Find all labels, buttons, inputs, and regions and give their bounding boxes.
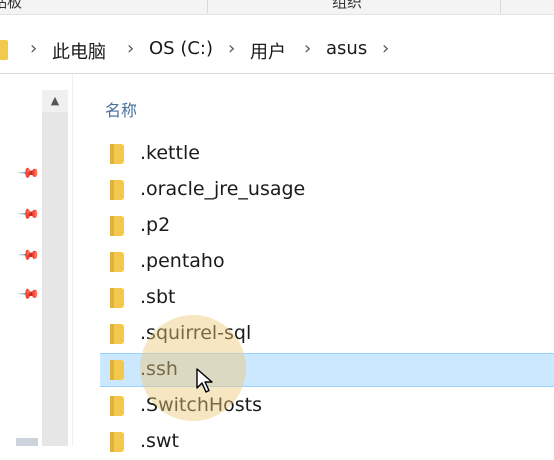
status-stub (16, 438, 38, 446)
ribbon: 贴板 组织 (0, 0, 554, 15)
column-header-name[interactable]: 名称 (105, 97, 137, 121)
file-name: .sbt (140, 286, 176, 308)
mouse-cursor-icon (196, 368, 213, 393)
ribbon-group-clipboard: 贴板 (0, 0, 23, 11)
file-name: .pentaho (140, 250, 225, 272)
folder-icon (110, 144, 124, 164)
ribbon-separator (500, 0, 501, 13)
chevron-right-icon[interactable]: › (304, 38, 311, 59)
click-highlight (140, 315, 246, 421)
breadcrumb-this-pc[interactable]: 此电脑 (52, 38, 106, 64)
folder-icon (110, 216, 124, 236)
ribbon-group-organize: 组织 (332, 0, 363, 11)
pin-icon[interactable]: 📌 (16, 243, 41, 268)
folder-icon (110, 180, 124, 200)
list-item[interactable]: .p2 (100, 210, 554, 244)
list-item[interactable]: .swt (100, 426, 554, 460)
chevron-right-icon[interactable]: › (127, 38, 134, 59)
folder-icon (110, 360, 124, 380)
folder-icon (110, 432, 124, 452)
chevron-right-icon[interactable]: › (228, 38, 235, 59)
ribbon-separator (207, 0, 208, 13)
list-item[interactable]: .oracle_jre_usage (100, 174, 554, 208)
folder-icon (110, 252, 124, 272)
file-name: .swt (140, 430, 179, 452)
pin-icon[interactable]: 📌 (16, 202, 41, 227)
chevron-right-icon[interactable]: › (382, 38, 389, 59)
breadcrumb-asus[interactable]: asus (326, 38, 367, 59)
pin-icon[interactable]: 📌 (16, 282, 41, 307)
folder-icon (110, 324, 124, 344)
list-item[interactable]: .pentaho (100, 246, 554, 280)
folder-icon (110, 288, 124, 308)
list-item[interactable]: .sbt (100, 282, 554, 316)
navigation-scrollbar[interactable] (42, 90, 68, 446)
folder-icon (110, 396, 124, 416)
chevron-right-icon[interactable]: › (30, 38, 37, 59)
pane-divider (72, 74, 73, 446)
chevron-up-icon[interactable]: ▲ (42, 90, 68, 112)
folder-icon (0, 40, 8, 60)
pin-icon[interactable]: 📌 (16, 161, 41, 186)
file-name: .kettle (140, 142, 200, 164)
address-bar[interactable]: › 此电脑 › OS (C:) › 用户 › asus › (0, 29, 554, 74)
breadcrumb-users[interactable]: 用户 (250, 38, 286, 64)
file-name: .oracle_jre_usage (140, 178, 306, 200)
list-item[interactable]: .kettle (100, 138, 554, 172)
breadcrumb-drive-c[interactable]: OS (C:) (149, 38, 213, 59)
file-name: .p2 (140, 214, 171, 236)
